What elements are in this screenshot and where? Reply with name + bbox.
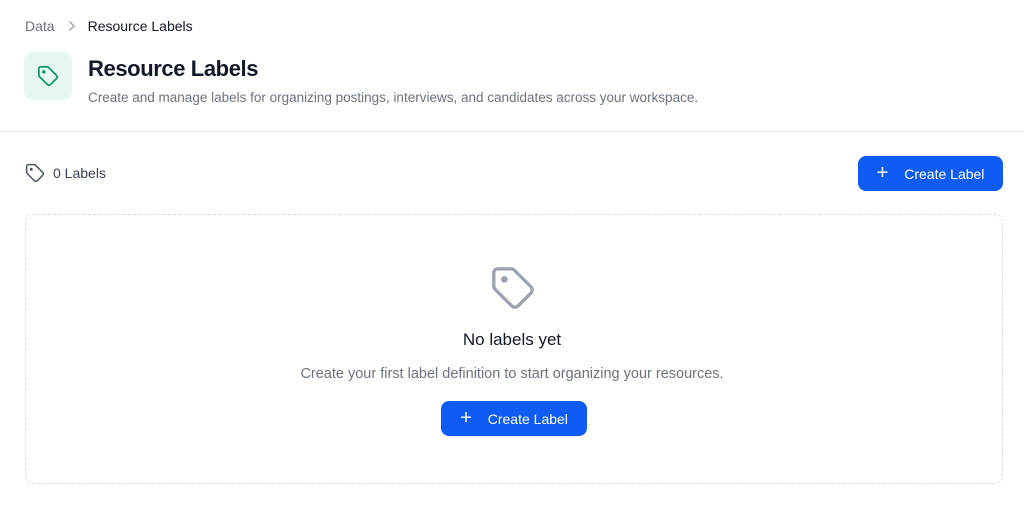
label-count: 0 Labels bbox=[25, 163, 106, 183]
page-subtitle: Create and manage labels for organizing … bbox=[88, 90, 699, 105]
header-divider bbox=[0, 131, 1024, 132]
page-title: Resource Labels bbox=[88, 56, 259, 81]
empty-state-description: Create your first label definition to st… bbox=[300, 366, 724, 382]
breadcrumb-data-link[interactable]: Data bbox=[25, 18, 55, 34]
tag-icon bbox=[489, 264, 537, 312]
empty-state-create-label-text: Create Label bbox=[487, 410, 568, 427]
label-count-text: 0 Labels bbox=[53, 165, 106, 181]
tag-icon bbox=[24, 52, 72, 100]
plus-icon: + bbox=[460, 406, 472, 429]
create-label-button[interactable]: + Create Label bbox=[858, 156, 1003, 191]
plus-icon: + bbox=[876, 161, 889, 184]
empty-state-create-label-button[interactable]: + Create Label bbox=[441, 401, 587, 436]
breadcrumb: Data Resource Labels bbox=[25, 18, 193, 34]
tag-icon bbox=[25, 163, 45, 183]
resource-labels-page: Data Resource Labels Resource Labels Cre… bbox=[0, 0, 1024, 505]
empty-state-title: No labels yet bbox=[462, 330, 562, 349]
create-label-button-text: Create Label bbox=[904, 165, 985, 182]
breadcrumb-current: Resource Labels bbox=[87, 18, 193, 34]
chevron-right-icon bbox=[68, 21, 76, 31]
